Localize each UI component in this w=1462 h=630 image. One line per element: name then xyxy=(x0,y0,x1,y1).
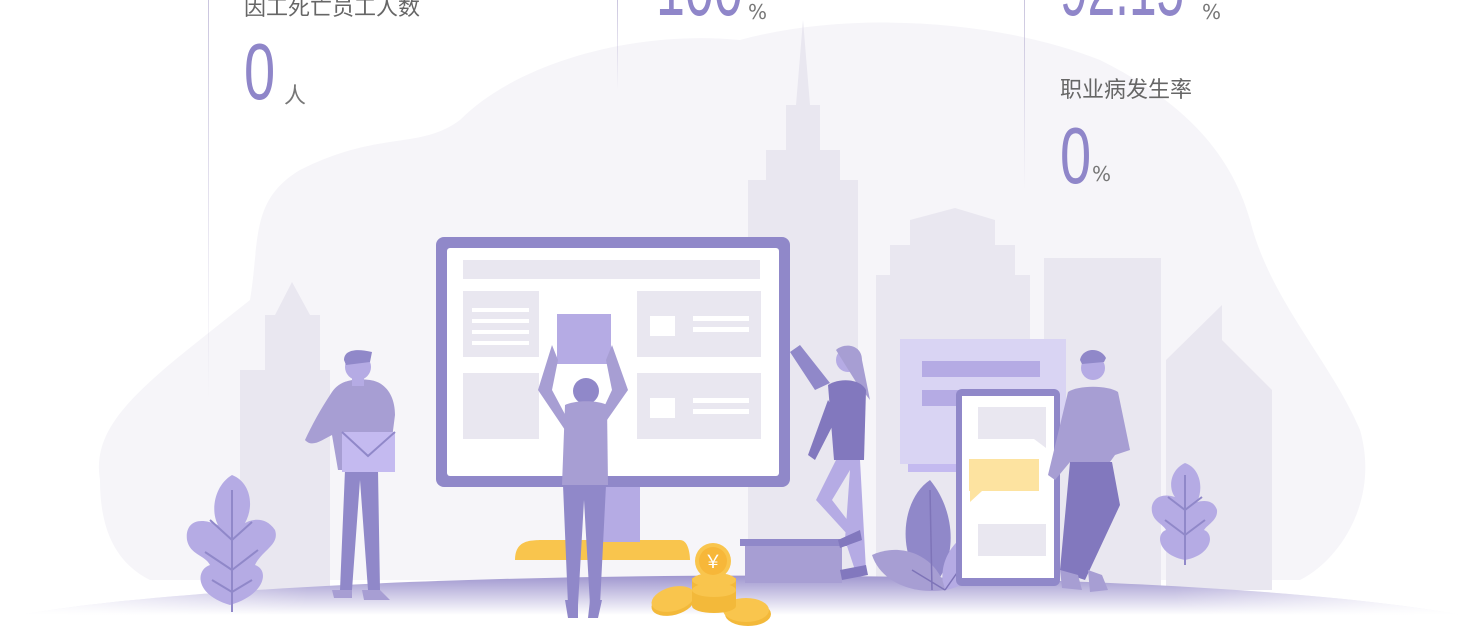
stat-death-count-value: 0 xyxy=(244,27,276,116)
divider-left xyxy=(208,0,209,400)
stat-rate-b-unit: % xyxy=(1202,0,1222,24)
stat-death-count-label: 因工死亡员工人数 xyxy=(244,0,421,21)
stat-rate-a-unit: % xyxy=(748,0,768,24)
podium-box xyxy=(745,541,842,583)
yuan-symbol: ￥ xyxy=(704,552,722,573)
stats-illustration-panel: 因工死亡员工人数 0 人 100 % 92.15 % 职业病发生率 0 % ￥ xyxy=(0,0,1462,630)
divider-right xyxy=(1024,0,1025,190)
stat-death-count-unit: 人 xyxy=(284,84,307,109)
stat-disease-rate-unit: % xyxy=(1092,162,1112,186)
stat-disease-rate-label: 职业病发生率 xyxy=(1060,78,1193,103)
stat-disease-rate-value: 0 xyxy=(1060,111,1092,200)
stat-rate-b-value: 92.15 xyxy=(1060,0,1184,28)
city-team-illustration xyxy=(20,20,1462,626)
divider-middle xyxy=(617,0,618,90)
smartphone xyxy=(956,389,1060,586)
stat-rate-a-value: 100 xyxy=(656,0,743,28)
